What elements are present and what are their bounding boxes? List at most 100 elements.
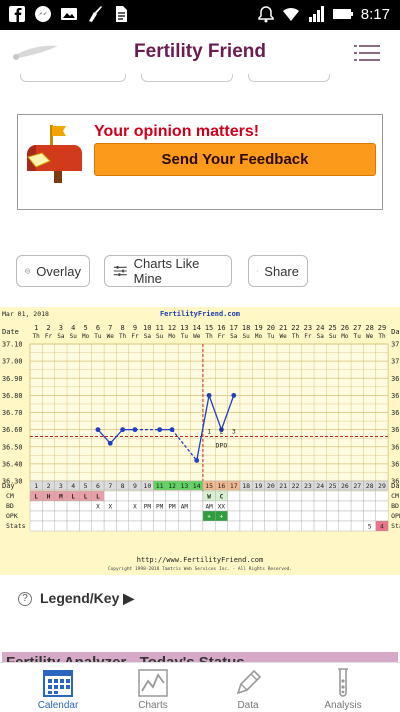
- cm-cell: [264, 490, 278, 502]
- sliders-icon: [113, 265, 127, 277]
- bd-cell: [363, 500, 377, 512]
- weekday-label: Tu: [94, 333, 102, 340]
- weekday-label: Sa: [144, 333, 152, 340]
- share-label: Share: [264, 263, 299, 279]
- temp-point: [107, 440, 113, 446]
- send-feedback-button[interactable]: Send Your Feedback: [94, 143, 376, 176]
- bd-cell: [116, 500, 129, 512]
- menu-icon[interactable]: [354, 44, 380, 62]
- scrolled-button-stub[interactable]: [248, 74, 330, 82]
- date-label: 24: [316, 324, 324, 332]
- day-number: 14: [193, 482, 201, 490]
- day-number: 10: [143, 482, 151, 490]
- stats-cell: [103, 520, 117, 532]
- facebook-icon: [9, 6, 25, 22]
- temp-point: [231, 392, 237, 398]
- cm-cell: [140, 490, 154, 502]
- scrolled-button-stub[interactable]: [20, 74, 126, 82]
- nav-analysis[interactable]: Analysis: [293, 663, 393, 712]
- nav-data[interactable]: Data: [198, 663, 298, 712]
- cm-value: L: [84, 494, 88, 501]
- date-label: 14: [193, 324, 201, 332]
- day-number: 1: [34, 482, 38, 490]
- date-label: 20: [267, 324, 275, 332]
- cm-cell: [276, 490, 290, 502]
- nav-analysis-label: Analysis: [324, 700, 362, 711]
- row-label: BD: [6, 502, 14, 510]
- opk-cell: [165, 510, 179, 522]
- stats-cell: [301, 520, 315, 532]
- cm-value: H: [47, 494, 51, 501]
- cm-cell: [375, 490, 389, 502]
- share-icon: [257, 270, 259, 272]
- bd-cell: [301, 500, 315, 512]
- y-tick-label-right: 36.50: [391, 443, 400, 451]
- share-button[interactable]: Share: [248, 255, 308, 287]
- weekday-label: Fr: [45, 333, 53, 340]
- gallery-icon: [61, 8, 77, 20]
- temp-point: [132, 427, 138, 433]
- stats-cell: [239, 520, 253, 532]
- bd-value: PM: [168, 504, 176, 511]
- nav-calendar[interactable]: Calendar: [8, 663, 108, 712]
- charts-like-mine-label: Charts Like Mine: [133, 256, 200, 286]
- fertility-analyzer-header[interactable]: Fertility Analyzer - Today's Status: [2, 652, 398, 662]
- weekday-label: Mo: [168, 333, 176, 340]
- overlay-label: Overlay: [36, 263, 81, 279]
- cm-cell: [165, 490, 179, 502]
- nav-charts[interactable]: Charts: [103, 663, 203, 712]
- weekday-label: Tu: [354, 333, 362, 340]
- help-icon: ?: [18, 591, 32, 606]
- charts-like-mine-button[interactable]: Charts Like Mine: [104, 255, 232, 287]
- battery-icon: [332, 9, 353, 19]
- date-label: 27: [353, 324, 361, 332]
- day-number: 15: [205, 482, 213, 490]
- opk-cell: [103, 510, 117, 522]
- legend-key-link[interactable]: ? Legend/Key ▶: [18, 590, 134, 607]
- opk-cell: [227, 510, 241, 522]
- day-number: 8: [121, 482, 125, 490]
- day-number: 24: [316, 482, 324, 490]
- stats-cell: [54, 520, 68, 532]
- y-tick-label: 36.60: [2, 426, 22, 434]
- cm-cell: [301, 490, 315, 502]
- overlay-button[interactable]: Overlay: [16, 255, 90, 287]
- weekday-label: Fr: [131, 333, 139, 340]
- overlay-icon: [25, 268, 31, 274]
- weekday-label: Su: [156, 333, 164, 340]
- bd-value: X: [133, 504, 137, 511]
- y-tick-label: 36.70: [2, 409, 22, 417]
- stats-cell: [264, 520, 278, 532]
- date-label: 7: [108, 324, 112, 332]
- day-number: 22: [292, 482, 300, 490]
- cm-cell: [116, 490, 129, 502]
- row-label-right: CM: [391, 492, 399, 500]
- day-number: 7: [108, 482, 112, 490]
- date-label: 9: [133, 324, 137, 332]
- stats-cell: [79, 520, 92, 532]
- opk-cell: [313, 510, 327, 522]
- date-label: 13: [180, 324, 188, 332]
- cm-cell: [252, 490, 265, 502]
- weekday-label: Tu: [267, 333, 275, 340]
- y-tick-label: 36.40: [2, 460, 22, 468]
- bd-cell: [252, 500, 265, 512]
- day-number: 13: [180, 482, 188, 490]
- messenger-icon: [35, 6, 51, 22]
- footer-copyright: Copyright 1998-2018 Tamtris Web Services…: [108, 566, 292, 572]
- date-label: 23: [304, 324, 312, 332]
- scrolled-button-stub[interactable]: [141, 74, 233, 82]
- bd-value: AM: [181, 504, 189, 511]
- date-label: 25: [328, 324, 336, 332]
- test-tube-icon: [338, 668, 348, 697]
- stats-cell: [153, 520, 167, 532]
- cm-value: L: [96, 494, 100, 501]
- stats-cell: [215, 520, 228, 532]
- cm-cell: [338, 490, 352, 502]
- opk-cell: [79, 510, 92, 522]
- opk-cell: [350, 510, 364, 522]
- app-bar: Fertility Friend: [0, 30, 400, 74]
- stats-cell: [313, 520, 327, 532]
- stats-cell: [289, 520, 302, 532]
- stats-cell: [326, 520, 339, 532]
